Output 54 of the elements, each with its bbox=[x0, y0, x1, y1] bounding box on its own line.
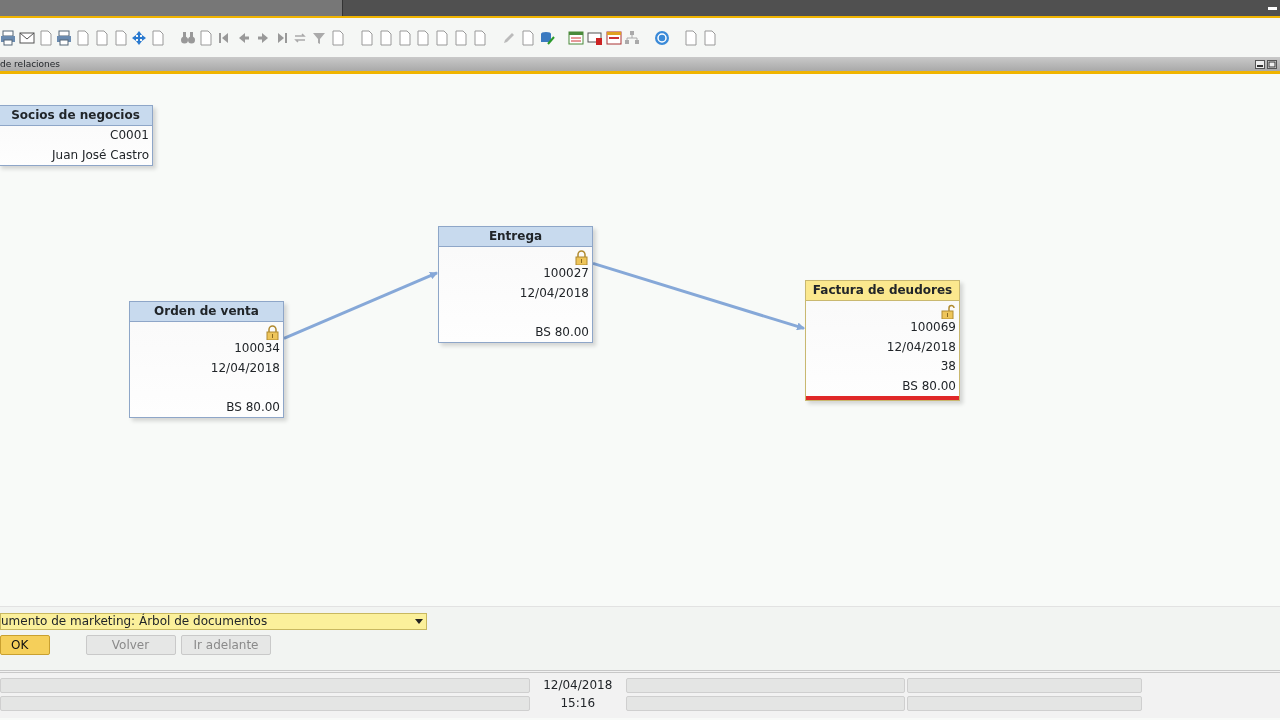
status-date: 12/04/2018 bbox=[542, 678, 614, 693]
document-node[interactable]: Socios de negocios C0001 Juan José Castro bbox=[0, 105, 153, 166]
help-icon[interactable] bbox=[653, 29, 670, 46]
node-field: 12/04/2018 bbox=[210, 360, 280, 375]
node-field: BS 80.00 bbox=[226, 399, 280, 414]
document-icon[interactable] bbox=[519, 29, 536, 46]
node-field: C0001 bbox=[110, 128, 149, 142]
document-icon[interactable] bbox=[150, 29, 166, 46]
document-icon[interactable] bbox=[329, 29, 346, 46]
minimize-icon[interactable] bbox=[1254, 59, 1265, 69]
printer-icon[interactable] bbox=[0, 29, 16, 46]
view-dropdown[interactable]: umento de marketing: Árbol de documentos bbox=[0, 612, 427, 630]
node-title: Orden de venta bbox=[130, 302, 283, 322]
node-field: BS 80.00 bbox=[535, 324, 589, 339]
node-field: 38 bbox=[940, 359, 956, 373]
document-node[interactable]: Entrega 100027 12/04/2018 BS 80.00 bbox=[438, 226, 593, 343]
document-icon[interactable] bbox=[415, 29, 432, 46]
node-field: 12/04/2018 bbox=[886, 339, 956, 354]
minimize-icon[interactable] bbox=[1268, 6, 1278, 10]
document-icon[interactable] bbox=[396, 29, 413, 46]
status-time: 15:16 bbox=[559, 695, 597, 711]
document-icon[interactable] bbox=[452, 29, 469, 46]
document-icon[interactable] bbox=[112, 29, 129, 46]
document-icon[interactable] bbox=[471, 29, 488, 46]
document-icon[interactable] bbox=[377, 29, 394, 46]
binoculars-icon[interactable] bbox=[179, 29, 196, 46]
document-icon[interactable] bbox=[702, 29, 718, 46]
document-node[interactable]: Orden de venta 100034 12/04/2018 BS 80.00 bbox=[129, 301, 284, 418]
node-title: Factura de deudores bbox=[806, 281, 959, 301]
window-icon[interactable] bbox=[605, 29, 622, 46]
node-field: 100069 bbox=[910, 320, 956, 334]
hierarchy-icon[interactable] bbox=[624, 29, 641, 46]
maximize-icon[interactable] bbox=[1267, 59, 1278, 69]
node-field: 12/04/2018 bbox=[519, 285, 589, 300]
document-icon[interactable] bbox=[359, 29, 375, 46]
database-icon[interactable] bbox=[538, 29, 555, 46]
document-icon[interactable] bbox=[75, 29, 91, 46]
move-arrows-icon[interactable] bbox=[131, 29, 148, 46]
node-field: 100034 bbox=[234, 341, 280, 355]
node-field: 100027 bbox=[543, 266, 589, 280]
node-field: Juan José Castro bbox=[52, 147, 149, 162]
document-icon[interactable] bbox=[683, 29, 700, 46]
printer-icon[interactable] bbox=[56, 29, 73, 46]
node-title: Socios de negocios bbox=[0, 106, 152, 126]
dropdown-arrow-icon bbox=[415, 618, 424, 624]
document-icon[interactable] bbox=[434, 29, 450, 46]
document-icon[interactable] bbox=[93, 29, 110, 46]
document-icon[interactable] bbox=[198, 29, 215, 46]
document-node[interactable]: Factura de deudores 100069 12/04/2018 38 BS 80.00 bbox=[805, 280, 960, 401]
calendar-icon[interactable] bbox=[568, 29, 584, 46]
ok-button[interactable]: OK bbox=[0, 635, 50, 655]
window-title: de relaciones bbox=[0, 58, 61, 71]
node-field: BS 80.00 bbox=[902, 378, 956, 393]
node-title: Entrega bbox=[439, 227, 592, 247]
